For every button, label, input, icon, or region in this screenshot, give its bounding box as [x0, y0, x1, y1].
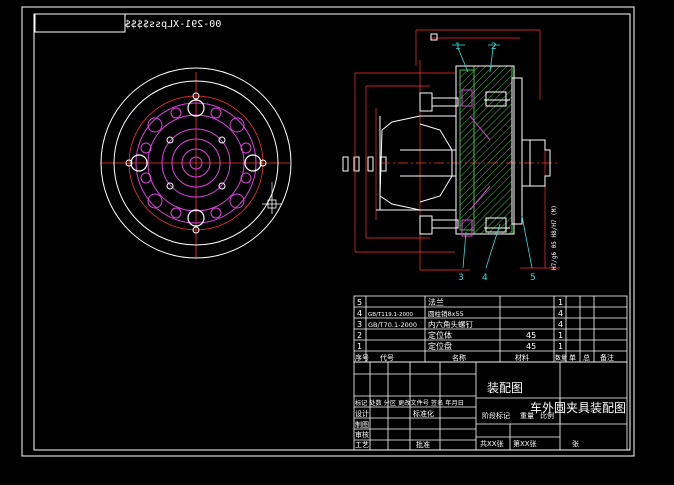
parts-row-1-qty: 1 — [558, 342, 563, 351]
parts-row-5-no: 5 — [357, 298, 362, 307]
parts-row-5-qty: 1 — [558, 298, 563, 307]
sheets-total: 共XX张 — [480, 439, 504, 448]
drawing-number-text: 00-291-XLpss$$$$ — [125, 19, 221, 30]
parts-row-3-no: 3 — [357, 320, 362, 329]
dimension-label-right: H7/g6 05 H8/H7 (M) — [551, 205, 558, 270]
parts-header-seq: 序号 — [355, 353, 369, 362]
parts-row-1-no: 1 — [357, 342, 362, 351]
parts-header-code: 代号 — [380, 353, 394, 362]
parts-header-name: 名称 — [452, 353, 466, 362]
scale-label: 比例 — [540, 411, 554, 420]
balloon-5: 5 — [530, 273, 536, 283]
reviewer-label: 审核 — [355, 430, 369, 439]
revision-row-header: 标记 处数 分区 更改文件号 签名 年月日 — [355, 399, 464, 407]
sheet-unit: 张 — [572, 439, 579, 448]
stage-mark-label: 阶段标记 — [482, 411, 510, 420]
parts-row-5-name: 法兰 — [428, 297, 444, 307]
drafter-label: 制图 — [355, 420, 369, 429]
weight-label: 重量 — [520, 412, 534, 420]
parts-row-4-code: GB/T119.1-2000 — [368, 312, 413, 318]
parts-header-qty: 数量 — [555, 354, 567, 362]
parts-row-4-qty: 4 — [558, 309, 563, 318]
parts-row-2-material: 45 — [526, 331, 536, 340]
parts-row-2-name: 定位体 — [428, 330, 452, 340]
process-label: 工艺 — [355, 441, 369, 449]
parts-header-material: 材料 — [515, 353, 529, 362]
balloon-2: 2 — [491, 42, 497, 52]
sheet-no: 第XX张 — [513, 439, 537, 448]
drawing-frame — [21, 6, 635, 457]
parts-header-total: 总 — [583, 353, 590, 362]
balloon-4: 4 — [482, 273, 488, 283]
parts-row-3-qty: 4 — [558, 320, 563, 329]
parts-row-1-material: 45 — [526, 342, 536, 351]
balloon-3: 3 — [458, 273, 464, 283]
drawing-number-box: 00-291-XLpss$$$$ — [34, 13, 221, 33]
standardization-label: 标准化 — [413, 409, 434, 418]
balloon-1: 1 — [455, 42, 461, 52]
parts-row-4-no: 4 — [357, 309, 362, 318]
parts-row-1-name: 定位盘 — [428, 341, 452, 351]
front-view — [100, 67, 292, 259]
parts-row-2-qty: 1 — [558, 331, 563, 340]
parts-list: 5 法兰 1 4 GB/T119.1-2000 圆柱销8x55 4 3 GB/T… — [353, 295, 628, 363]
cad-drawing-canvas: 00-291-XLpss$$$$ 1 2 3 4 5 H7/g6 05 H8/H… — [21, 6, 635, 457]
drawing-name: 装配图 — [487, 381, 523, 395]
parts-header-remark: 备注 — [600, 353, 614, 362]
parts-header-single: 单 — [569, 353, 576, 362]
designer-label: 设计 — [355, 409, 369, 418]
approve-label: 批准 — [416, 440, 430, 449]
parts-row-4-name: 圆柱销8x55 — [428, 309, 464, 318]
title-block: 装配图 车外圆夹具装配图 标记 处数 分区 更改文件号 签名 年月日 设计 标准… — [353, 361, 628, 451]
parts-row-3-code: GB/T70.1-2000 — [368, 321, 417, 329]
parts-row-3-name: 内六角头螺钉 — [428, 319, 473, 329]
parts-row-2-no: 2 — [357, 331, 362, 340]
